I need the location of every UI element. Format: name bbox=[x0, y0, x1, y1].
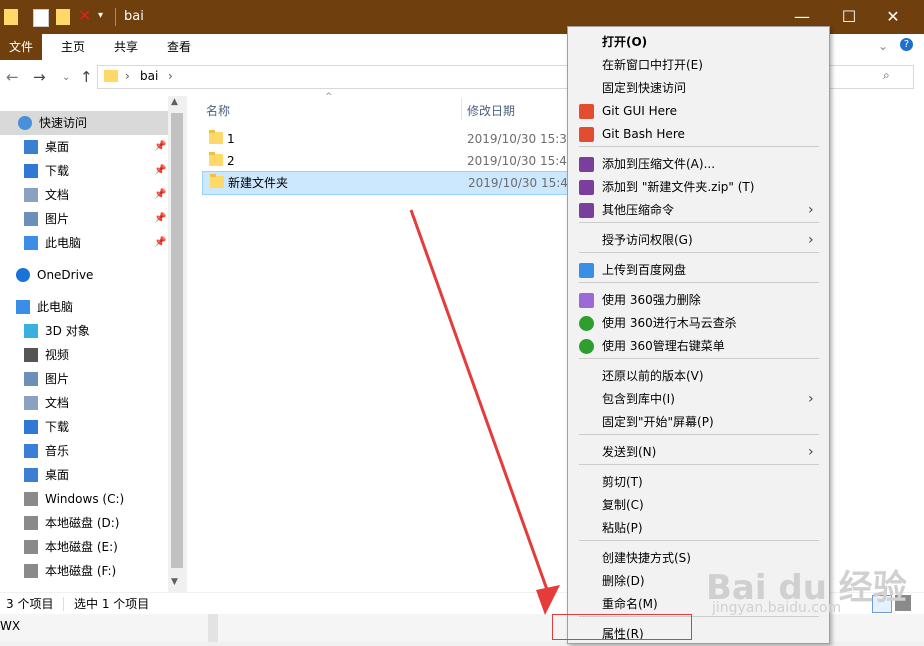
menu-item-label: 发送到(N) bbox=[602, 445, 657, 459]
menu-separator bbox=[579, 358, 819, 359]
menu-item-label: 包含到库中(I) bbox=[602, 392, 675, 406]
menu-item-label: Git Bash Here bbox=[602, 127, 685, 141]
menu-item[interactable]: 在新窗口中打开(E) bbox=[568, 54, 829, 77]
menu-item[interactable]: 授予访问权限(G) › bbox=[568, 229, 829, 252]
chevron-right-icon: › bbox=[808, 444, 814, 460]
winrar-icon bbox=[579, 157, 594, 172]
menu-item-label: 固定到快速访问 bbox=[602, 81, 687, 95]
menu-item[interactable]: 添加到压缩文件(A)... bbox=[568, 153, 829, 176]
menu-item-label: 固定到"开始"屏幕(P) bbox=[602, 415, 714, 429]
menu-item[interactable]: 使用 360强力删除 bbox=[568, 289, 829, 312]
menu-item-label: 添加到 "新建文件夹.zip" (T) bbox=[602, 180, 755, 194]
menu-item-label: 复制(C) bbox=[602, 498, 644, 512]
menu-item-label: 上传到百度网盘 bbox=[602, 263, 687, 277]
menu-item-label: 还原以前的版本(V) bbox=[602, 369, 704, 383]
menu-item-label: 授予访问权限(G) bbox=[602, 233, 693, 247]
menu-separator bbox=[579, 434, 819, 435]
menu-item-label: 删除(D) bbox=[602, 574, 645, 588]
git-icon bbox=[579, 104, 594, 119]
menu-item[interactable]: 打开(O) bbox=[568, 31, 829, 54]
menu-item-label: 在新窗口中打开(E) bbox=[602, 58, 703, 72]
menu-item[interactable]: 发送到(N) › bbox=[568, 441, 829, 464]
menu-item-label: Git GUI Here bbox=[602, 104, 678, 118]
menu-item[interactable]: 固定到快速访问 bbox=[568, 77, 829, 100]
annotation-highlight-box bbox=[552, 614, 692, 640]
watermark-url: jingyan.baidu.com bbox=[712, 600, 842, 616]
menu-item[interactable]: 剪切(T) bbox=[568, 471, 829, 494]
menu-item-label: 创建快捷方式(S) bbox=[602, 551, 691, 565]
menu-separator bbox=[579, 146, 819, 147]
menu-item-label: 使用 360进行木马云查杀 bbox=[602, 316, 737, 330]
winrar-icon bbox=[579, 180, 594, 195]
360-delete-icon bbox=[579, 293, 594, 308]
winrar-icon bbox=[579, 203, 594, 218]
menu-item-label: 添加到压缩文件(A)... bbox=[602, 157, 716, 171]
menu-separator bbox=[579, 252, 819, 253]
menu-item-label: 重命名(M) bbox=[602, 597, 658, 611]
menu-item-label: 使用 360管理右键菜单 bbox=[602, 339, 725, 353]
annotation-arrow-line bbox=[409, 209, 552, 599]
chevron-right-icon: › bbox=[808, 391, 814, 407]
menu-item-label: 使用 360强力删除 bbox=[602, 293, 701, 307]
360-icon bbox=[579, 316, 594, 331]
menu-item-label: 打开(O) bbox=[602, 35, 648, 49]
menu-item[interactable]: 使用 360管理右键菜单 bbox=[568, 335, 829, 358]
menu-item[interactable]: 包含到库中(I) › bbox=[568, 388, 829, 411]
baidu-cloud-icon bbox=[579, 263, 594, 278]
menu-item[interactable]: 使用 360进行木马云查杀 bbox=[568, 312, 829, 335]
menu-item[interactable]: Git GUI Here bbox=[568, 100, 829, 123]
menu-item-label: 其他压缩命令 bbox=[602, 203, 675, 217]
menu-item[interactable]: 上传到百度网盘 bbox=[568, 259, 829, 282]
menu-item-label: 剪切(T) bbox=[602, 475, 643, 489]
menu-item-label: 粘贴(P) bbox=[602, 521, 643, 535]
360-icon bbox=[579, 339, 594, 354]
menu-separator bbox=[579, 540, 819, 541]
menu-separator bbox=[579, 222, 819, 223]
context-menu: 打开(O) 在新窗口中打开(E) 固定到快速访问 Git GUI Here Git Ba… bbox=[567, 26, 830, 644]
annotation-arrow-head bbox=[536, 585, 560, 615]
menu-separator bbox=[579, 464, 819, 465]
chevron-right-icon: › bbox=[808, 232, 814, 248]
menu-item[interactable]: 粘贴(P) bbox=[568, 517, 829, 540]
chevron-right-icon: › bbox=[808, 202, 814, 218]
menu-item[interactable]: 其他压缩命令 › bbox=[568, 199, 829, 222]
menu-separator bbox=[579, 282, 819, 283]
menu-item[interactable]: 固定到"开始"屏幕(P) bbox=[568, 411, 829, 434]
menu-item[interactable]: 复制(C) bbox=[568, 494, 829, 517]
menu-item[interactable]: 添加到 "新建文件夹.zip" (T) bbox=[568, 176, 829, 199]
git-icon bbox=[579, 127, 594, 142]
menu-item[interactable]: Git Bash Here bbox=[568, 123, 829, 146]
menu-item[interactable]: 还原以前的版本(V) bbox=[568, 365, 829, 388]
